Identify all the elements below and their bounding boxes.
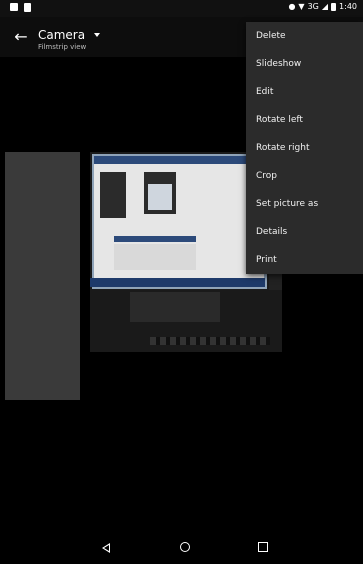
menu-item-rotate-left[interactable]: Rotate left	[246, 106, 363, 134]
nav-home-icon[interactable]	[178, 540, 194, 556]
back-button[interactable]: ←	[10, 27, 32, 47]
app-title: Camera	[38, 28, 86, 42]
menu-item-crop[interactable]: Crop	[246, 162, 363, 190]
app-subtitle: Filmstrip view	[38, 43, 87, 51]
photo-keyboard	[150, 337, 270, 345]
title-dropdown[interactable]: Camera Filmstrip view	[38, 24, 86, 51]
location-icon: ●	[288, 2, 296, 11]
menu-item-delete[interactable]: Delete	[246, 22, 363, 50]
nav-recents-icon[interactable]	[256, 540, 272, 556]
photo-taskbar	[90, 278, 265, 287]
camera-filmstrip-screen: ● ▼ 3G ◢ 1:40 ← Camera Filmstrip view De…	[0, 0, 363, 564]
overflow-menu: Delete Slideshow Edit Rotate left Rotate…	[246, 22, 363, 274]
arrow-back-icon: ←	[14, 27, 28, 46]
network-type: 3G	[307, 2, 319, 11]
menu-item-details[interactable]: Details	[246, 218, 363, 246]
photo-form-header	[114, 236, 196, 242]
menu-item-rotate-right[interactable]: Rotate right	[246, 134, 363, 162]
menu-item-edit[interactable]: Edit	[246, 78, 363, 106]
navigation-bar	[0, 532, 363, 564]
photo-form-body	[114, 244, 196, 270]
menu-item-print[interactable]: Print	[246, 246, 363, 274]
dropdown-arrow-icon[interactable]	[94, 33, 100, 37]
previous-photo-frame[interactable]	[5, 152, 80, 400]
photo-dark-panel	[100, 172, 126, 218]
status-time: 1:40	[339, 2, 357, 11]
status-bar: ● ▼ 3G ◢ 1:40	[0, 0, 363, 17]
notification-icon	[24, 3, 31, 12]
battery-icon	[331, 2, 337, 11]
wifi-icon: ▼	[298, 2, 305, 11]
photo-monitor-screen	[90, 152, 269, 291]
photo-window-titlebar	[94, 156, 264, 164]
nav-back-icon[interactable]	[100, 540, 116, 556]
photo-phone-screen	[148, 184, 172, 210]
lock-icon	[10, 3, 18, 11]
photo-monitor-stand	[130, 292, 220, 322]
menu-item-set-picture-as[interactable]: Set picture as	[246, 190, 363, 218]
menu-item-slideshow[interactable]: Slideshow	[246, 50, 363, 78]
signal-icon: ◢	[321, 2, 329, 11]
